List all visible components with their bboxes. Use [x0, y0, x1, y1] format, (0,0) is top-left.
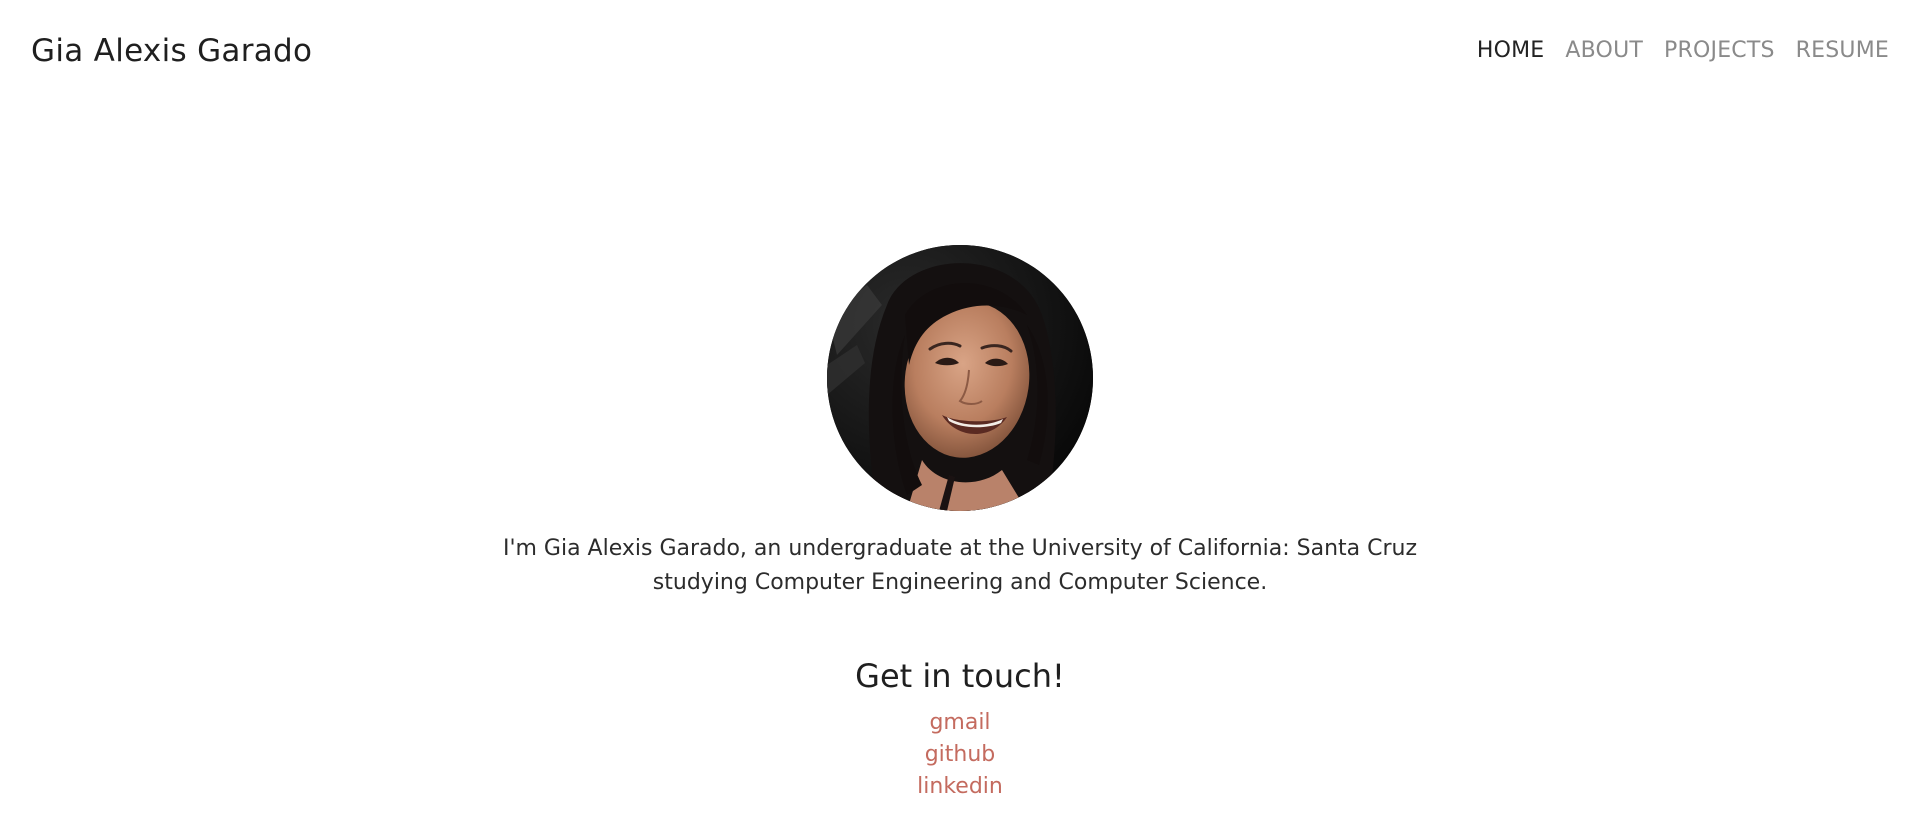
bio-text: I'm Gia Alexis Garado, an undergraduate … [502, 536, 1418, 595]
linkedin-link[interactable]: linkedin [917, 774, 1003, 799]
nav-link-home[interactable]: HOME [1477, 36, 1545, 66]
gmail-link[interactable]: gmail [929, 710, 990, 735]
contact-links: gmail github linkedin [760, 707, 1160, 803]
contact-link-item: linkedin [760, 771, 1160, 803]
nav-link-resume[interactable]: RESUME [1796, 36, 1889, 66]
top-nav: HOME ABOUT PROJECTS RESUME [1477, 36, 1889, 66]
nav-link-about[interactable]: ABOUT [1565, 36, 1643, 66]
profile-portrait-image [827, 245, 1093, 511]
github-link[interactable]: github [925, 742, 996, 767]
page: Gia Alexis Garado HOME ABOUT PROJECTS RE… [0, 0, 1920, 831]
contact-link-item: github [760, 739, 1160, 771]
contact-heading: Get in touch! [855, 657, 1065, 695]
contact-link-item: gmail [760, 707, 1160, 739]
site-title-link[interactable]: Gia Alexis Garado [31, 31, 312, 71]
nav-link-projects[interactable]: PROJECTS [1664, 36, 1775, 66]
profile-photo [827, 245, 1093, 511]
